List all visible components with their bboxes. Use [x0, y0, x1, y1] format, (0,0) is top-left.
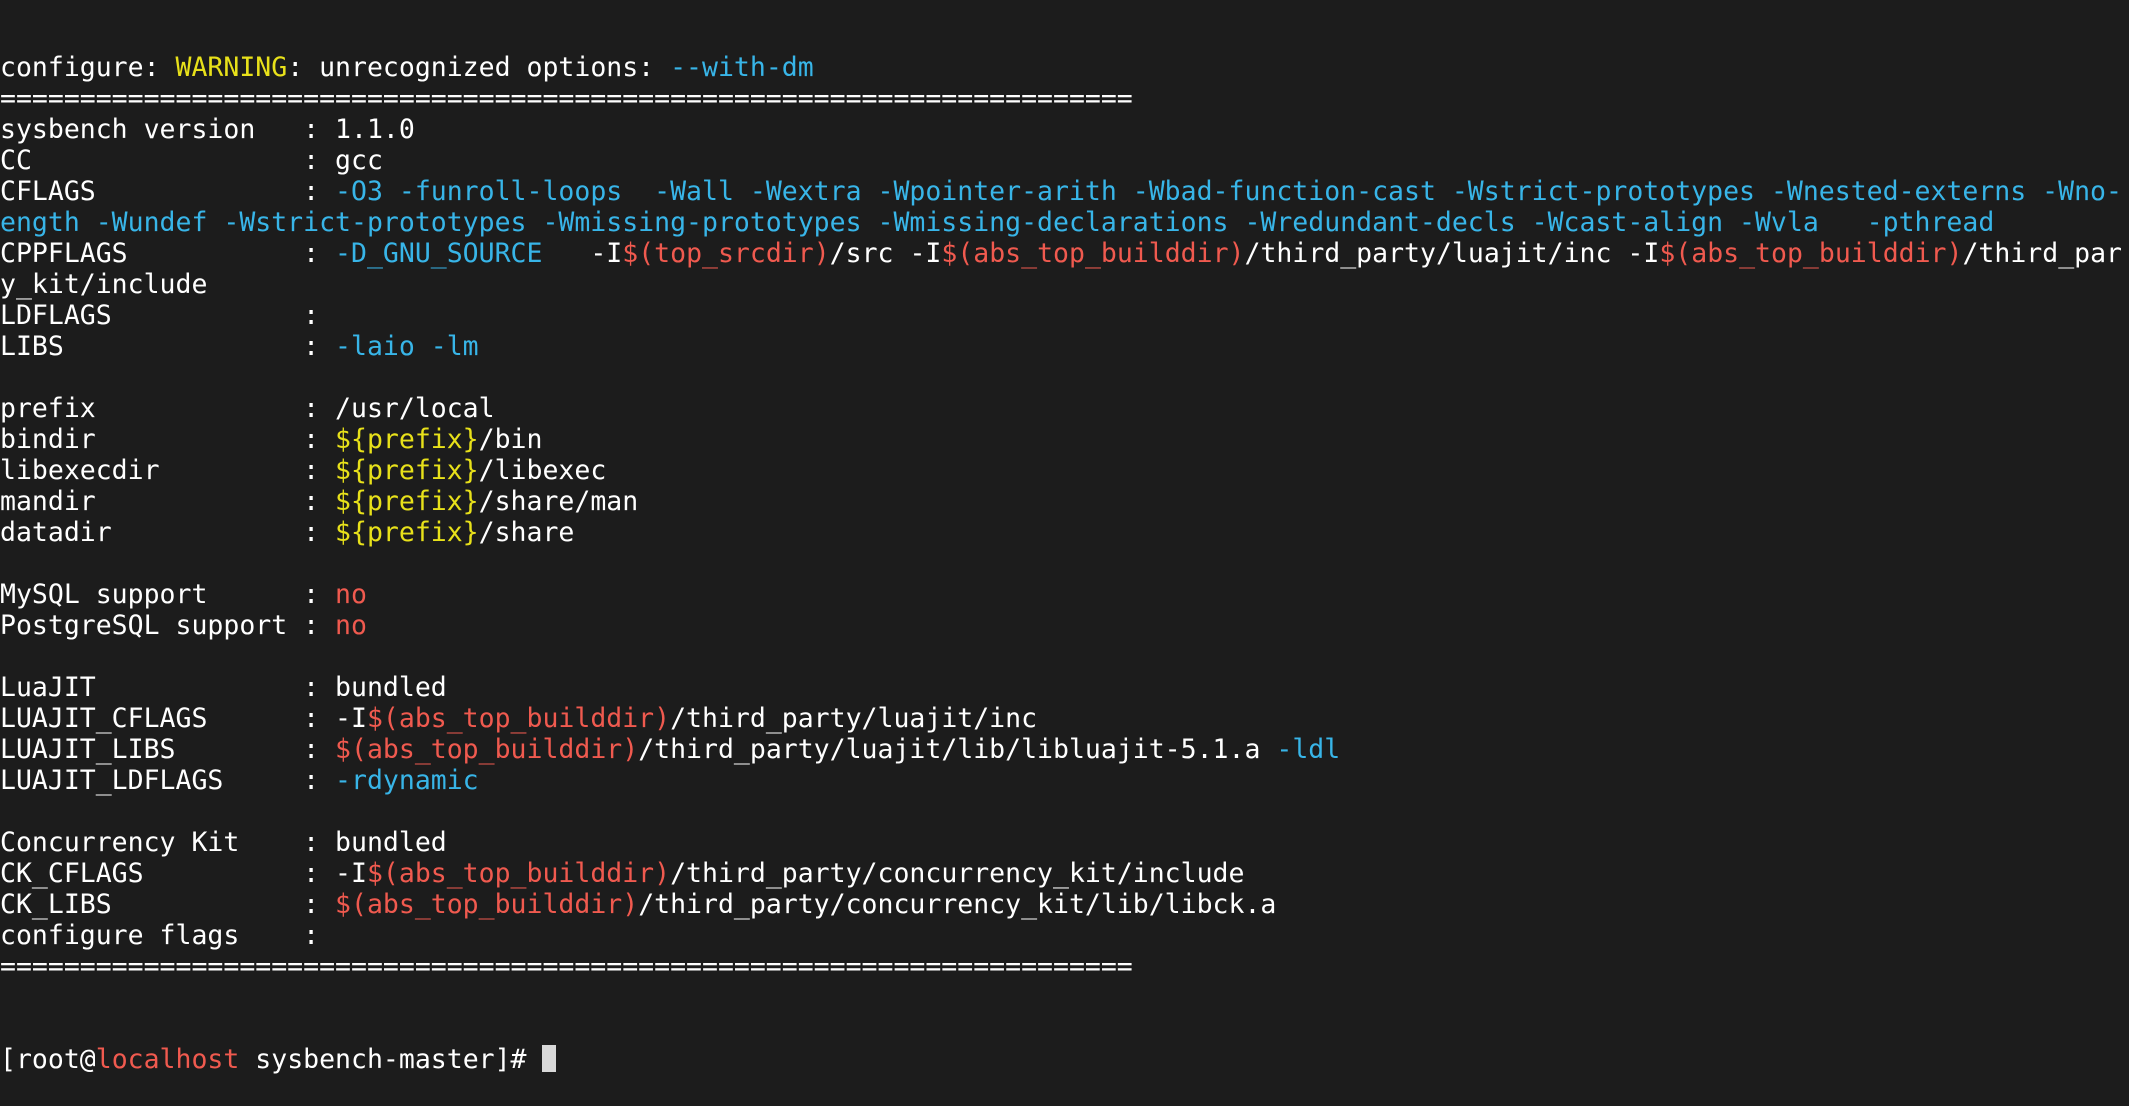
terminal-line: configure flags : [0, 920, 2129, 951]
terminal-line: y_kit/include [0, 269, 2129, 300]
prompt-rest: sysbench-master]# [239, 1044, 543, 1075]
terminal-text-segment: WARNING [175, 52, 288, 83]
terminal-line: CFLAGS : -O3 -funroll-loops -Wall -Wextr… [0, 176, 2129, 207]
terminal-text-segment: CC : gcc [0, 145, 383, 176]
terminal-text-segment: CFLAGS : [0, 176, 336, 207]
terminal-text-segment: no [335, 610, 367, 641]
terminal-text-segment: prefix : /usr/local [0, 393, 495, 424]
terminal-line: LIBS : -laio -lm [0, 331, 2129, 362]
terminal-line: libexecdir : ${prefix}/libexec [0, 455, 2129, 486]
terminal-text-segment: /third_party/concurrency_kit/lib/libck.a [638, 889, 1277, 920]
terminal-text-segment: --with-dm [670, 52, 814, 83]
terminal-text-segment: -O3 -funroll-loops -Wall -Wextra -Wpoint… [335, 176, 2122, 207]
terminal-line: Concurrency Kit : bundled [0, 827, 2129, 858]
terminal-text-segment: CPPFLAGS : [0, 238, 336, 269]
terminal-text-segment: /third_party/luajit/inc -I [1244, 238, 1660, 269]
terminal-line: LUAJIT_LIBS : $(abs_top_builddir)/third_… [0, 734, 2129, 765]
terminal-text-segment: $(abs_top_builddir) [335, 734, 639, 765]
terminal-text-segment: no [335, 579, 367, 610]
terminal-text-segment: LUAJIT_LDFLAGS : [0, 765, 336, 796]
terminal-line: configure: WARNING: unrecognized options… [0, 52, 2129, 83]
terminal-line: sysbench version : 1.1.0 [0, 114, 2129, 145]
terminal-text-segment: LUAJIT_LIBS : [0, 734, 336, 765]
terminal-text-segment: MySQL support : [0, 579, 336, 610]
terminal-output[interactable]: configure: WARNING: unrecognized options… [0, 0, 2129, 1106]
terminal-line: LUAJIT_CFLAGS : -I$(abs_top_builddir)/th… [0, 703, 2129, 734]
terminal-line: LuaJIT : bundled [0, 672, 2129, 703]
terminal-text-segment: /third_party/concurrency_kit/include [670, 858, 1245, 889]
terminal-line: LDFLAGS : [0, 300, 2129, 331]
terminal-text-segment: -rdynamic [335, 765, 479, 796]
terminal-text-segment: /third_par [1962, 238, 2123, 269]
terminal-text-segment: /share [478, 517, 575, 548]
text-cursor[interactable] [542, 1045, 557, 1072]
terminal-text-segment: $(abs_top_builddir) [366, 858, 671, 889]
terminal-text-segment: -ldl [1276, 734, 1341, 765]
terminal-text-segment: LuaJIT : bundled [0, 672, 447, 703]
terminal-text-segment: PostgreSQL support : [0, 610, 336, 641]
terminal-text-segment: ========================================… [0, 83, 1133, 114]
terminal-text-segment: /third_party/luajit/inc [670, 703, 1038, 734]
terminal-text-segment: ${prefix} [335, 424, 479, 455]
terminal-text-segment: ${prefix} [335, 455, 479, 486]
terminal-text-segment: ${prefix} [335, 486, 479, 517]
terminal-text-segment: /src -I [829, 238, 942, 269]
terminal-text-segment: configure: [0, 52, 176, 83]
terminal-text-segment: datadir : [0, 517, 336, 548]
prompt-host: localhost [95, 1044, 240, 1075]
terminal-text-segment: bindir : [0, 424, 336, 455]
terminal-text-segment: ength -Wundef -Wstrict-prototypes -Wmiss… [0, 207, 1995, 238]
terminal-line: ength -Wundef -Wstrict-prototypes -Wmiss… [0, 207, 2129, 238]
terminal-text-segment: mandir : [0, 486, 336, 517]
terminal-line: mandir : ${prefix}/share/man [0, 486, 2129, 517]
terminal-text-segment: /third_party/luajit/lib/libluajit-5.1.a [638, 734, 1277, 765]
terminal-text-segment: CK_CFLAGS : -I [0, 858, 367, 889]
terminal-text-segment: ${prefix} [335, 517, 479, 548]
terminal-text-segment: LUAJIT_CFLAGS : -I [0, 703, 367, 734]
terminal-text-segment: : unrecognized options: [287, 52, 671, 83]
terminal-text-segment: $(top_srcdir) [622, 238, 830, 269]
terminal-text-segment: ========================================… [0, 951, 1133, 982]
terminal-line: PostgreSQL support : no [0, 610, 2129, 641]
terminal-line: MySQL support : no [0, 579, 2129, 610]
terminal-line: bindir : ${prefix}/bin [0, 424, 2129, 455]
terminal-line: CK_LIBS : $(abs_top_builddir)/third_part… [0, 889, 2129, 920]
terminal-lines: configure: WARNING: unrecognized options… [0, 52, 2129, 982]
terminal-text-segment: -D_GNU_SOURCE [335, 238, 543, 269]
shell-prompt[interactable]: [root@localhost sysbench-master]# [0, 1044, 2129, 1075]
terminal-text-segment: CK_LIBS : [0, 889, 336, 920]
terminal-line: ========================================… [0, 951, 2129, 982]
terminal-text-segment: /libexec [478, 455, 607, 486]
terminal-line: prefix : /usr/local [0, 393, 2129, 424]
terminal-text-segment: LDFLAGS : [0, 300, 320, 331]
terminal-text-segment: /share/man [478, 486, 639, 517]
terminal-text-segment: /bin [478, 424, 543, 455]
terminal-text-segment: sysbench version : 1.1.0 [0, 114, 415, 145]
terminal-line: CPPFLAGS : -D_GNU_SOURCE -I$(top_srcdir)… [0, 238, 2129, 269]
terminal-text-segment: $(abs_top_builddir) [335, 889, 639, 920]
terminal-text-segment: configure flags : [0, 920, 320, 951]
terminal-text-segment: y_kit/include [0, 269, 208, 300]
terminal-text-segment: libexecdir : [0, 455, 336, 486]
terminal-text-segment: $(abs_top_builddir) [1659, 238, 1963, 269]
terminal-text-segment: -laio -lm [335, 331, 479, 362]
terminal-text-segment: -I [542, 238, 623, 269]
terminal-line: ========================================… [0, 83, 2129, 114]
terminal-line: datadir : ${prefix}/share [0, 517, 2129, 548]
terminal-line: CK_CFLAGS : -I$(abs_top_builddir)/third_… [0, 858, 2129, 889]
terminal-text-segment: $(abs_top_builddir) [366, 703, 671, 734]
terminal-text-segment: $(abs_top_builddir) [941, 238, 1245, 269]
terminal-line: LUAJIT_LDFLAGS : -rdynamic [0, 765, 2129, 796]
terminal-text-segment: LIBS : [0, 331, 336, 362]
terminal-line: CC : gcc [0, 145, 2129, 176]
prompt-open: [root@ [0, 1044, 96, 1075]
terminal-text-segment: Concurrency Kit : bundled [0, 827, 447, 858]
